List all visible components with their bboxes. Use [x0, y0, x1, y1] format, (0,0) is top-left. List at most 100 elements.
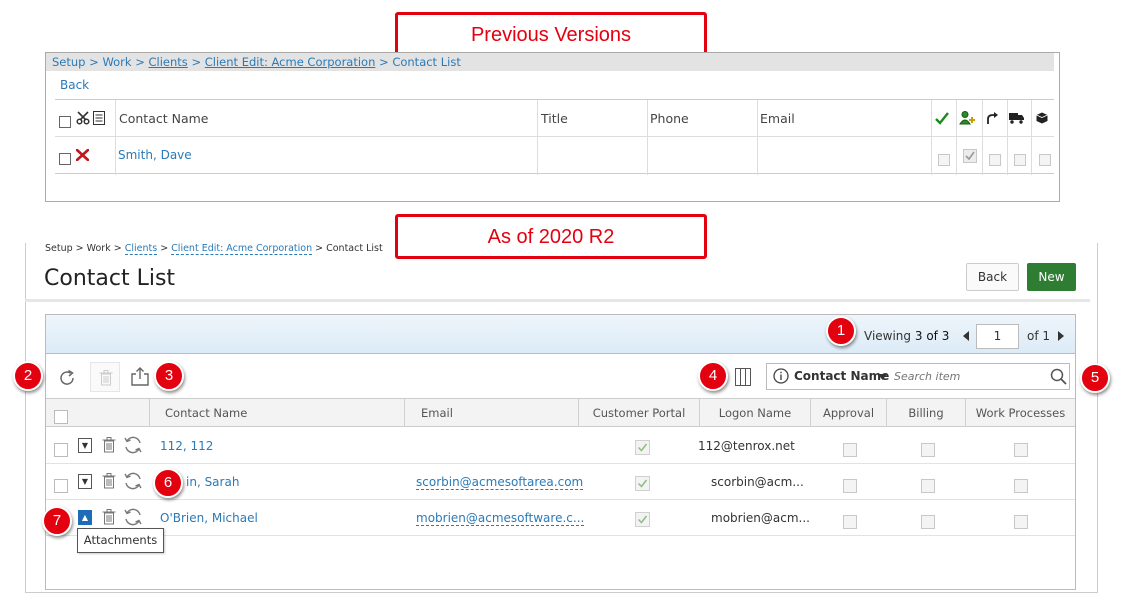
- old-perm-checkbox-1[interactable]: [938, 153, 950, 166]
- old-col-phone[interactable]: Phone: [647, 100, 757, 137]
- chevron-down-icon[interactable]: [878, 374, 887, 380]
- approval-checkbox[interactable]: [843, 514, 857, 529]
- portal-checkbox-checked[interactable]: [635, 512, 650, 527]
- old-breadcrumb-work[interactable]: Work: [102, 55, 131, 69]
- sync-icon[interactable]: [123, 508, 143, 526]
- col-customer-portal[interactable]: Customer Portal: [579, 399, 699, 428]
- callout-badge-5: 5: [1080, 363, 1110, 393]
- new-button[interactable]: New: [1027, 263, 1076, 291]
- grid-header: Contact Name Email Customer Portal Logon…: [46, 398, 1075, 427]
- old-breadcrumb-current: Contact List: [392, 55, 461, 69]
- trash-icon[interactable]: [102, 473, 116, 489]
- row-checkbox[interactable]: [54, 442, 68, 457]
- col-work-processes[interactable]: Work Processes: [966, 399, 1075, 428]
- new-breadcrumb-client-edit[interactable]: Client Edit: Acme Corporation: [171, 243, 313, 255]
- col-contact-name[interactable]: Contact Name: [150, 399, 404, 428]
- old-contact-name-link[interactable]: Smith, Dave: [118, 137, 192, 174]
- search-input[interactable]: [892, 366, 1042, 387]
- row-menu-button[interactable]: ▼: [78, 438, 92, 453]
- old-breadcrumb: Setup > Work > Clients > Client Edit: Ac…: [46, 53, 1054, 71]
- page-number-input[interactable]: 1: [976, 324, 1019, 349]
- approval-checkbox[interactable]: [843, 478, 857, 493]
- callout-badge-7: 7: [42, 506, 72, 536]
- refresh-icon[interactable]: [58, 369, 76, 387]
- contact-name-link[interactable]: in, Sarah: [186, 464, 239, 500]
- old-perm-checkbox-5[interactable]: [1039, 153, 1051, 166]
- old-row-checkbox[interactable]: [59, 152, 71, 165]
- back-button[interactable]: Back: [966, 263, 1019, 291]
- old-select-all-checkbox[interactable]: [59, 115, 71, 128]
- delete-button[interactable]: [90, 362, 120, 392]
- old-col-email[interactable]: Email: [757, 100, 917, 137]
- pager-total: of 1: [1027, 329, 1051, 343]
- new-breadcrumb-clients[interactable]: Clients: [124, 243, 158, 255]
- old-contact-table: Contact Name Title Phone Email Smith, Da…: [55, 99, 1054, 175]
- title-divider: [25, 299, 1090, 302]
- new-breadcrumb-current: Contact List: [326, 243, 383, 254]
- row-menu-button[interactable]: ▼: [78, 474, 92, 489]
- col-email[interactable]: Email: [405, 399, 578, 428]
- billing-checkbox[interactable]: [921, 478, 935, 493]
- truck-icon: [1009, 113, 1024, 124]
- contact-name-link[interactable]: O'Brien, Michael: [160, 500, 258, 536]
- old-breadcrumb-clients[interactable]: Clients: [149, 55, 188, 69]
- table-row: ▼ in, Sarah scorbin@acmesoftarea.com sco…: [46, 464, 1075, 500]
- scissors-icon[interactable]: [76, 111, 90, 125]
- approval-checkbox[interactable]: [843, 442, 857, 457]
- email-link[interactable]: scorbin@acmesoftarea.com: [416, 475, 584, 490]
- search-icon[interactable]: [1050, 368, 1067, 385]
- old-col-title[interactable]: Title: [537, 100, 647, 137]
- callout-badge-3: 3: [154, 361, 184, 391]
- work-processes-checkbox[interactable]: [1014, 478, 1028, 493]
- portal-checkbox-checked[interactable]: [635, 476, 650, 491]
- old-perm-checkbox-3[interactable]: [989, 153, 1001, 166]
- row-menu-button-active[interactable]: ▲: [78, 510, 92, 525]
- sync-icon[interactable]: [123, 472, 143, 490]
- sync-icon[interactable]: [123, 436, 143, 454]
- export-icon[interactable]: [131, 367, 149, 386]
- logon-name: scorbin@acm...: [711, 475, 804, 489]
- callout-badge-4: 4: [698, 361, 728, 391]
- callout-badge-6: 6: [153, 468, 183, 498]
- prev-page-icon[interactable]: [962, 331, 970, 341]
- old-breadcrumb-client-edit[interactable]: Client Edit: Acme Corporation: [205, 55, 376, 69]
- pager-viewing: Viewing 3 of 3: [864, 329, 950, 343]
- trash-icon[interactable]: [102, 437, 116, 453]
- email-link[interactable]: mobrien@acmesoftware.c...: [416, 511, 585, 526]
- work-processes-checkbox[interactable]: [1014, 442, 1028, 457]
- old-col-contact-name[interactable]: Contact Name: [115, 100, 535, 137]
- check-icon: [935, 112, 949, 125]
- columns-icon[interactable]: [735, 368, 751, 386]
- billing-checkbox[interactable]: [921, 442, 935, 457]
- callout-badge-2: 2: [13, 361, 43, 391]
- old-perm-checkbox-4[interactable]: [1014, 153, 1026, 166]
- trash-icon: [99, 370, 113, 386]
- next-page-icon[interactable]: [1057, 331, 1065, 341]
- work-processes-checkbox[interactable]: [1014, 514, 1028, 529]
- delete-icon[interactable]: [76, 149, 89, 161]
- new-breadcrumb-setup: Setup: [45, 243, 73, 254]
- logon-name: 112@tenrox.net: [698, 439, 795, 453]
- checked-checkbox-icon[interactable]: [963, 149, 977, 163]
- logon-name: mobrien@acm...: [711, 511, 810, 525]
- info-icon[interactable]: [773, 368, 789, 384]
- col-approval[interactable]: Approval: [811, 399, 886, 428]
- col-billing[interactable]: Billing: [887, 399, 965, 428]
- old-table-header: Contact Name Title Phone Email: [55, 100, 1054, 175]
- box-icon: [1036, 112, 1048, 124]
- table-row: Smith, Dave: [55, 137, 1054, 174]
- old-breadcrumb-setup[interactable]: Setup: [52, 55, 85, 69]
- redo-arrow-icon: [987, 112, 998, 124]
- col-logon-name[interactable]: Logon Name: [700, 399, 810, 428]
- row-checkbox[interactable]: [54, 478, 68, 493]
- billing-checkbox[interactable]: [921, 514, 935, 529]
- select-all-checkbox[interactable]: [54, 409, 68, 424]
- portal-checkbox-checked[interactable]: [635, 440, 650, 455]
- old-back-link[interactable]: Back: [60, 78, 89, 92]
- list-icon[interactable]: [93, 111, 105, 125]
- contact-name-link[interactable]: 112, 112: [160, 428, 213, 464]
- trash-icon[interactable]: [102, 509, 116, 525]
- attachments-tooltip[interactable]: Attachments: [77, 528, 164, 553]
- new-breadcrumb-work: Work: [86, 243, 111, 254]
- search-field-selector[interactable]: Contact Name: [794, 369, 889, 383]
